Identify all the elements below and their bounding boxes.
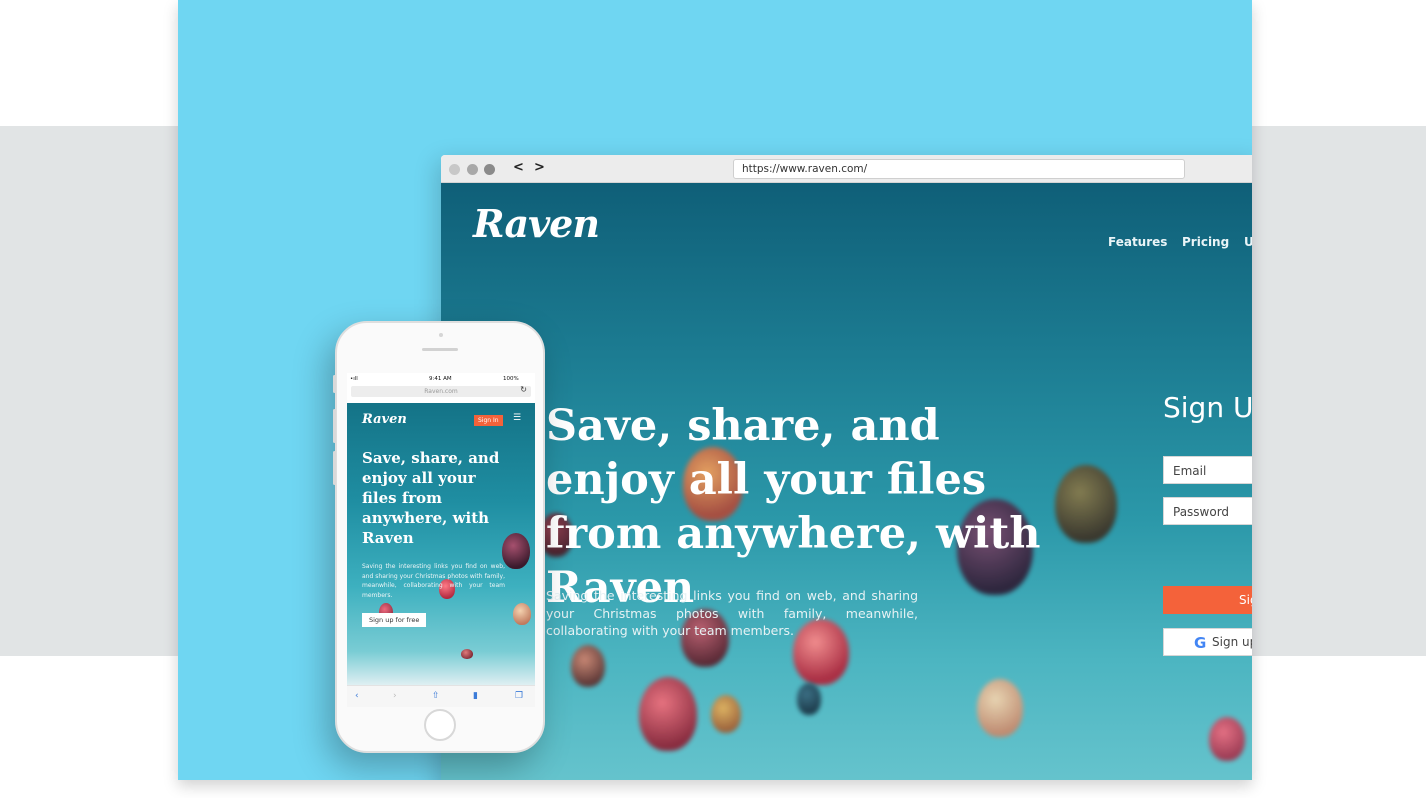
- back-icon[interactable]: ‹: [355, 691, 359, 701]
- balloon-image: [797, 683, 821, 715]
- balloon-image: [513, 603, 531, 625]
- hero-headline: Save, share, and enjoy all your files fr…: [546, 401, 1041, 613]
- nav-features[interactable]: Features: [1108, 235, 1167, 249]
- balloon-image: [711, 695, 741, 733]
- nav-more[interactable]: U: [1244, 235, 1252, 249]
- website-hero: Raven Features Pricing U Save, share, an…: [441, 183, 1252, 780]
- window-zoom-button[interactable]: [484, 164, 495, 175]
- speaker-grille: [422, 348, 458, 351]
- address-bar[interactable]: https://www.raven.com/: [733, 159, 1185, 179]
- status-bar: •ıll 9:41 AM 100%: [347, 373, 535, 385]
- home-button[interactable]: [424, 709, 456, 741]
- site-logo[interactable]: Raven: [473, 201, 600, 246]
- hamburger-menu-icon[interactable]: ☰: [513, 413, 521, 423]
- mobile-hero-headline: Save, share, and enjoy all your files fr…: [362, 449, 500, 547]
- status-time: 9:41 AM: [429, 376, 452, 382]
- balloon-image: [639, 677, 697, 751]
- phone-screen: •ıll 9:41 AM 100% Raven.com ↻ Raven Sign…: [347, 373, 535, 707]
- browser-window: < > https://www.raven.com/ Raven Feature…: [441, 155, 1252, 780]
- forward-icon[interactable]: >: [534, 160, 545, 175]
- signal-icon: •ıll: [350, 376, 358, 382]
- share-icon[interactable]: ⇧: [432, 691, 440, 701]
- window-close-button[interactable]: [449, 164, 460, 175]
- signup-title: Sign U: [1163, 391, 1252, 424]
- forward-icon[interactable]: ›: [393, 691, 397, 701]
- reload-icon[interactable]: ↻: [520, 385, 527, 394]
- balloon-image: [1209, 717, 1245, 761]
- mobile-signup-button[interactable]: Sign up for free: [362, 613, 427, 627]
- phone-mockup: •ıll 9:41 AM 100% Raven.com ↻ Raven Sign…: [333, 321, 545, 753]
- password-field[interactable]: Password: [1163, 497, 1252, 525]
- mobile-signin-button[interactable]: Sign In: [474, 415, 503, 426]
- google-signup-button[interactable]: G Sign up: [1163, 628, 1252, 656]
- browser-toolbar: < > https://www.raven.com/: [441, 155, 1252, 183]
- google-icon: G: [1194, 634, 1207, 652]
- volume-up-button: [333, 409, 336, 443]
- balloon-image: [571, 645, 605, 687]
- volume-down-button: [333, 451, 336, 485]
- mobile-site-logo[interactable]: Raven: [362, 412, 407, 427]
- window-minimize-button[interactable]: [467, 164, 478, 175]
- nav-pricing[interactable]: Pricing: [1182, 235, 1229, 249]
- mobile-address-bar[interactable]: Raven.com: [351, 386, 531, 397]
- balloon-image: [461, 649, 473, 659]
- bookmarks-icon[interactable]: ▮: [473, 691, 478, 701]
- hero-subtext: Saving the interesting links you find on…: [546, 588, 918, 638]
- mobile-browser-toolbar: ‹ › ⇧ ▮ ❐: [347, 685, 535, 707]
- google-signup-label: Sign up: [1212, 635, 1252, 649]
- email-field[interactable]: Email: [1163, 456, 1252, 484]
- battery-label: 100%: [503, 376, 519, 382]
- balloon-image: [977, 679, 1023, 737]
- camera-icon: [439, 333, 443, 337]
- hero-card: < > https://www.raven.com/ Raven Feature…: [178, 0, 1252, 780]
- back-icon[interactable]: <: [513, 160, 524, 175]
- signup-button[interactable]: Sig: [1163, 586, 1252, 614]
- mute-switch: [333, 375, 336, 393]
- mobile-website: Raven Sign In ☰ Save, share, and enjoy a…: [347, 403, 535, 685]
- tabs-icon[interactable]: ❐: [515, 691, 523, 701]
- mobile-hero-subtext: Saving the interesting links you find on…: [362, 563, 505, 599]
